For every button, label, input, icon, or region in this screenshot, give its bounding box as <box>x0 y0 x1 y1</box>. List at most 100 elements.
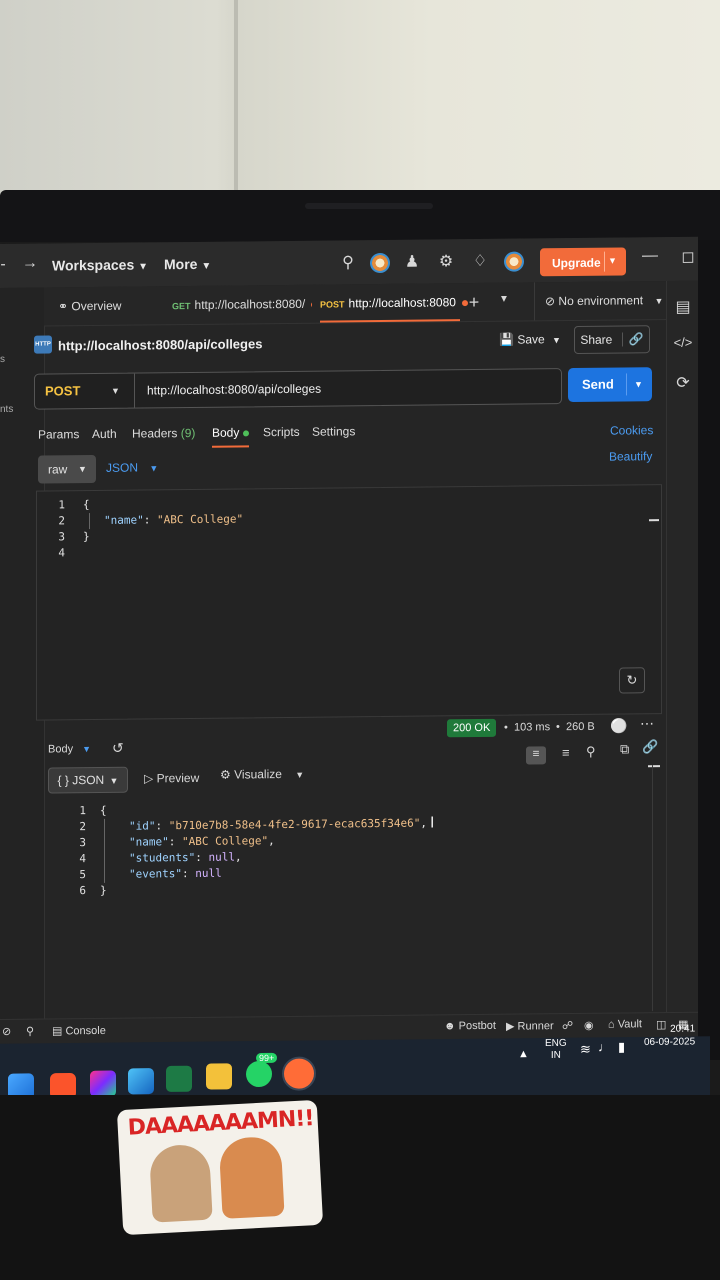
chevron-up-icon[interactable]: ▲ <box>518 1048 529 1060</box>
code-icon[interactable]: </> <box>673 335 693 350</box>
response-history-icon[interactable]: ↺ <box>112 740 124 757</box>
excel-icon[interactable] <box>166 1065 192 1092</box>
response-json[interactable]: { "id": "b710e7b8-58e4-4fe2-9617-ecac635… <box>100 800 428 899</box>
line-number: 5 <box>79 868 86 882</box>
upgrade-button[interactable]: Upgrade ▼ <box>540 247 626 277</box>
search-icon[interactable]: ⚲ <box>338 252 358 272</box>
workspaces-menu[interactable]: Workspaces ▼ <box>52 256 148 274</box>
more-options-icon[interactable]: ⋯ <box>640 715 654 732</box>
save-button[interactable]: 💾 Save ▼ <box>494 326 566 353</box>
chevron-down-icon[interactable]: ▼ <box>634 367 643 401</box>
body-mode-label: raw <box>48 462 68 477</box>
chevron-down-icon: ▼ <box>78 464 87 475</box>
file-explorer-icon[interactable] <box>206 1063 232 1090</box>
tab-method: GET <box>172 301 191 312</box>
wifi-icon[interactable]: ≋ <box>580 1042 591 1058</box>
whatsapp-icon[interactable]: 99+ <box>246 1052 278 1088</box>
forward-arrow-icon[interactable]: → <box>20 255 40 273</box>
tab-post-request[interactable]: POST http://localhost:8080 <box>320 283 468 323</box>
environment-selector[interactable]: ⊘ No environment ▼ <box>534 281 665 321</box>
tab-body[interactable]: Body <box>212 425 249 448</box>
send-button[interactable]: Send ▼ <box>568 367 652 403</box>
documentation-icon[interactable]: ▤ <box>673 297 693 317</box>
gear-icon[interactable]: ⚙ <box>436 251 456 271</box>
scrollbar-thumb[interactable] <box>649 519 659 522</box>
cookies-link[interactable]: Cookies <box>610 423 653 437</box>
globe-icon[interactable]: ⚪ <box>610 717 627 734</box>
monitor-bezel-top <box>0 190 720 242</box>
headers-count: (9) <box>180 425 196 441</box>
tab-scripts[interactable]: Scripts <box>263 425 300 439</box>
sidebar-fragment: s <box>0 353 5 365</box>
json-key: "name" <box>104 513 144 527</box>
tab-get-request[interactable]: GET http://localhost:8080/ <box>172 285 312 324</box>
response-body-label: Body <box>48 743 74 756</box>
chevron-down-icon[interactable]: ▼ <box>608 256 617 266</box>
response-body-tab[interactable]: Body ▼ <box>48 743 91 755</box>
preview-button[interactable]: ▷ Preview <box>144 771 199 786</box>
postbot-button[interactable]: ☻ Postbot <box>444 1020 496 1033</box>
new-tab-icon[interactable]: + <box>464 292 484 313</box>
chevron-down-icon: ▼ <box>109 775 119 786</box>
method-label: POST <box>45 383 81 399</box>
volume-icon[interactable]: ♩ <box>598 1039 611 1054</box>
url-input[interactable]: http://localhost:8080/api/colleges <box>147 372 321 408</box>
console-button[interactable]: ▤ Console <box>52 1024 106 1038</box>
link-icon[interactable]: 🔗 <box>642 739 658 755</box>
postman-taskbar-icon[interactable] <box>282 1056 316 1091</box>
clock-time: 20:41 <box>670 1023 696 1035</box>
intellij-icon[interactable] <box>90 1070 116 1097</box>
request-body-editor[interactable]: 1 2 3 4 { "name": "ABC College" } ↻ <box>36 484 662 721</box>
battery-icon[interactable]: ▮ <box>618 1039 625 1055</box>
body-mode-select[interactable]: raw ▼ <box>38 454 96 484</box>
wrap-lines-icon[interactable]: ≡ <box>526 746 546 765</box>
method-select[interactable]: POST ▼ <box>35 373 135 409</box>
request-name[interactable]: http://localhost:8080/api/colleges <box>58 336 262 353</box>
status-badge[interactable]: 200 OK <box>447 718 497 738</box>
search-icon[interactable]: ⚲ <box>586 744 596 760</box>
tab-headers[interactable]: Headers (9) <box>132 426 195 441</box>
invite-user-icon[interactable]: ♟ <box>402 252 422 272</box>
language-indicator[interactable]: ENG IN <box>545 1038 567 1062</box>
visualize-button[interactable]: ⚙ Visualize ▼ <box>220 767 304 782</box>
maximize-icon[interactable]: ◻ <box>678 247 698 267</box>
vault-button[interactable]: ⌂ Vault <box>608 1018 642 1030</box>
response-time[interactable]: 103 ms <box>514 721 550 733</box>
more-menu[interactable]: More ▼ <box>164 256 211 272</box>
minimize-icon[interactable]: — <box>640 247 660 265</box>
beautify-link[interactable]: Beautify <box>609 449 652 463</box>
scrollbar-thumb[interactable] <box>648 765 660 768</box>
response-format-select[interactable]: { } JSON ▼ <box>48 766 128 794</box>
user-avatar-icon[interactable] <box>504 251 524 272</box>
bell-icon[interactable]: ♢ <box>470 251 490 271</box>
body-format-select[interactable]: JSON ▼ <box>106 460 158 475</box>
share-button[interactable]: Share 🔗 <box>574 325 650 354</box>
sticker-character-left <box>148 1143 213 1223</box>
photos-icon[interactable] <box>128 1068 154 1095</box>
chevron-down-icon[interactable]: ▼ <box>496 294 512 305</box>
tab-overview[interactable]: ⚭ Overview <box>58 287 121 326</box>
menu-edge-icon[interactable]: - <box>0 256 6 274</box>
request-json[interactable]: { "name": "ABC College" } <box>83 495 244 545</box>
tab-auth[interactable]: Auth <box>92 427 117 441</box>
runner-button[interactable]: ▶ Runner <box>506 1019 554 1032</box>
related-icon[interactable]: ⟳ <box>673 373 693 393</box>
json-key: "students" <box>129 850 196 865</box>
tab-settings[interactable]: Settings <box>312 424 355 438</box>
team-avatar-icon[interactable] <box>370 252 390 274</box>
link-icon[interactable]: 🔗 <box>621 332 644 347</box>
history-icon[interactable]: ↻ <box>619 667 645 694</box>
tab-params[interactable]: Params <box>38 427 79 441</box>
cookies-icon[interactable]: ◉ <box>584 1019 594 1032</box>
vault-icon: ⌂ <box>608 1018 615 1031</box>
region-label: IN <box>550 1049 561 1061</box>
response-size[interactable]: 260 B <box>566 721 595 733</box>
filter-icon[interactable]: ≡ <box>562 745 570 760</box>
copy-icon[interactable]: ⧉ <box>620 741 629 757</box>
visualize-label: Visualize <box>234 767 282 782</box>
capture-icon[interactable]: ☍ <box>562 1019 573 1032</box>
status-icon[interactable]: ⊘ <box>2 1025 11 1038</box>
search-icon[interactable]: ⚲ <box>26 1025 34 1038</box>
wall-corner <box>234 0 238 200</box>
clock[interactable]: 20:41 06-09-2025 <box>644 1022 695 1049</box>
